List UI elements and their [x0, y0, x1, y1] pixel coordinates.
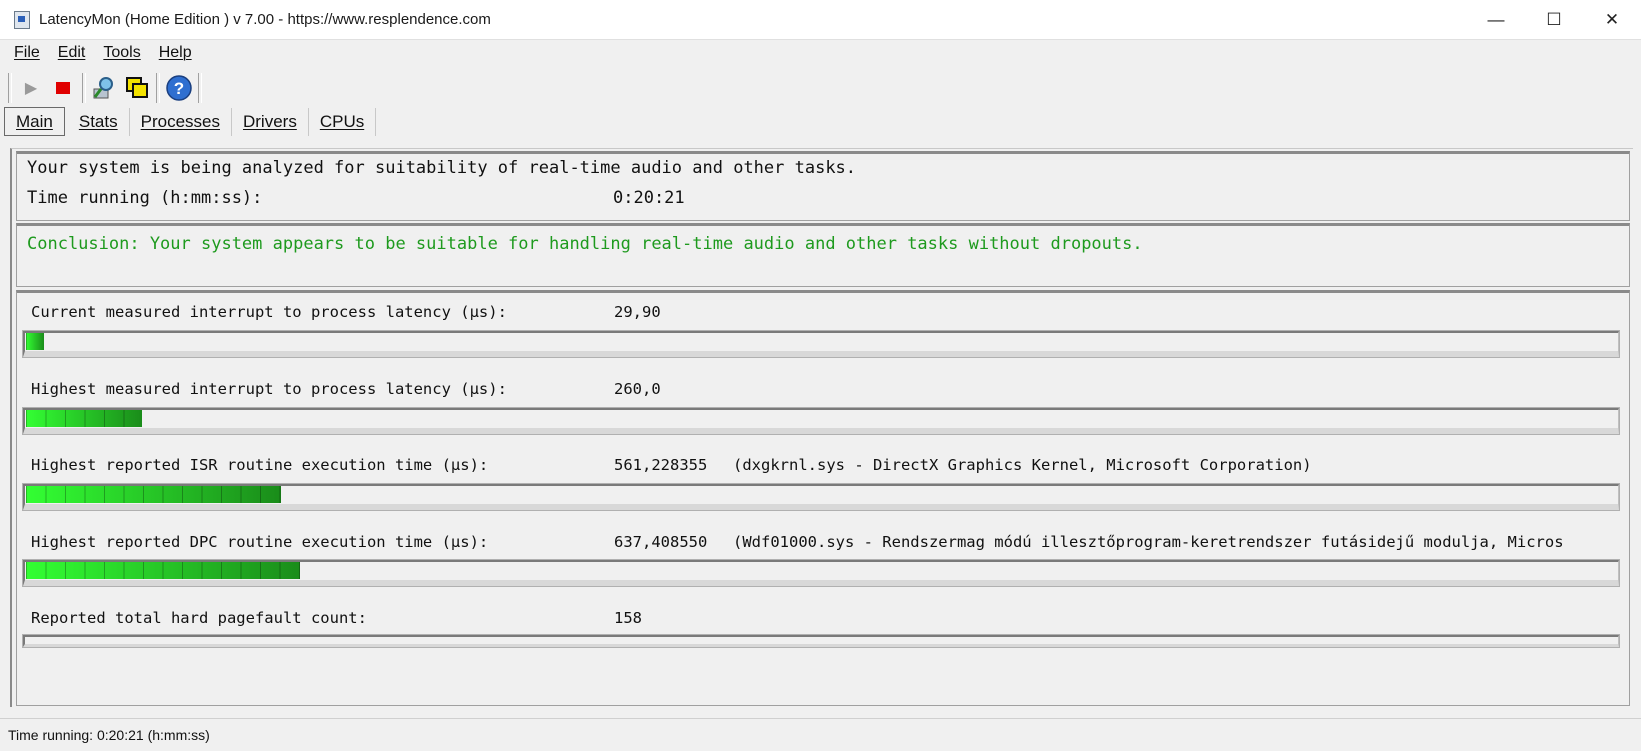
search-tool-icon	[93, 77, 113, 99]
dpc-bar-fill	[26, 562, 300, 579]
status-bar: Time running: 0:20:21 (h:mm:ss)	[0, 718, 1641, 751]
tab-processes-label: Processes	[140, 112, 220, 131]
latency-bar	[22, 407, 1620, 435]
tab-main[interactable]: Main	[4, 107, 65, 136]
metric-label: Highest reported ISR routine execution t…	[31, 456, 489, 474]
conclusion-panel: Conclusion: Your system appears to be su…	[16, 223, 1630, 287]
stop-button[interactable]	[47, 72, 79, 104]
conclusion-text: Conclusion: Your system appears to be su…	[27, 234, 1143, 254]
app-icon	[14, 10, 30, 29]
menu-edit[interactable]: Edit	[58, 44, 86, 62]
status-bar-text: Time running: 0:20:21 (h:mm:ss)	[8, 727, 210, 743]
metric-detail: (dxgkrnl.sys - DirectX Graphics Kernel, …	[733, 456, 1312, 474]
isr-bar-fill	[26, 486, 281, 503]
metrics-panel: Current measured interrupt to process la…	[16, 290, 1630, 706]
isr-bar	[22, 483, 1620, 511]
driver-search-button[interactable]	[89, 72, 121, 104]
help-button[interactable]: ?	[163, 72, 195, 104]
tab-cpus[interactable]: CPUs	[309, 108, 377, 136]
menu-help[interactable]: Help	[159, 44, 192, 62]
help-icon: ?	[166, 75, 192, 101]
svg-text:?: ?	[174, 79, 184, 98]
time-running-label: Time running (h:mm:ss):	[27, 188, 263, 208]
analysis-status-panel: Your system is being analyzed for suitab…	[16, 151, 1630, 221]
toolbar-separator	[198, 73, 202, 103]
time-running-value: 0:20:21	[613, 188, 685, 208]
latency-bar-fill	[26, 410, 142, 427]
metric-value: 637,408550	[614, 533, 708, 551]
analysis-status-text: Your system is being analyzed for suitab…	[27, 158, 857, 178]
title-bar: LatencyMon (Home Edition ) v 7.00 - http…	[0, 0, 1641, 40]
toolbar-separator	[8, 73, 12, 103]
toolbar-separator	[82, 73, 86, 103]
pagefault-bar	[22, 634, 1620, 648]
toolbar-separator	[156, 73, 160, 103]
toolbar: ▶ ?	[0, 70, 1641, 106]
close-button[interactable]: ✕	[1583, 0, 1641, 39]
menu-bar: File Edit Tools Help	[0, 40, 1641, 66]
tab-drivers[interactable]: Drivers	[232, 108, 309, 136]
tab-stats-label: Stats	[78, 112, 118, 131]
metric-label: Current measured interrupt to process la…	[31, 303, 507, 321]
maximize-button[interactable]: ☐	[1525, 0, 1583, 39]
metric-value: 260,0	[614, 380, 661, 398]
metric-label: Highest measured interrupt to process la…	[31, 380, 507, 398]
metric-value: 158	[614, 609, 642, 627]
main-content: Your system is being analyzed for suitab…	[10, 148, 1633, 707]
metric-detail: (Wdf01000.sys - Rendszermag módú illeszt…	[733, 533, 1564, 551]
menu-file[interactable]: File	[14, 44, 40, 62]
metric-label: Reported total hard pagefault count:	[31, 609, 367, 627]
tab-bar: Main Stats Processes Drivers CPUs	[0, 106, 1641, 136]
start-button[interactable]: ▶	[15, 72, 47, 104]
tab-processes[interactable]: Processes	[130, 108, 232, 136]
menu-tools[interactable]: Tools	[103, 44, 140, 62]
dpc-bar	[22, 559, 1620, 587]
window-title: LatencyMon (Home Edition ) v 7.00 - http…	[39, 11, 491, 28]
metric-label: Highest reported DPC routine execution t…	[31, 533, 489, 551]
windows-button[interactable]	[121, 72, 153, 104]
windows-icon	[126, 77, 148, 98]
play-icon: ▶	[24, 80, 38, 97]
tab-stats[interactable]: Stats	[65, 108, 130, 136]
latency-bar	[22, 330, 1620, 358]
tab-main-label: Main	[16, 111, 53, 131]
tab-cpus-label: CPUs	[319, 112, 365, 131]
minimize-button[interactable]: —	[1467, 0, 1525, 39]
metric-value: 561,228355	[614, 456, 708, 474]
tab-drivers-label: Drivers	[242, 112, 297, 131]
stop-icon	[56, 82, 70, 94]
metric-value: 29,90	[614, 303, 661, 321]
window-controls: — ☐ ✕	[1467, 0, 1641, 39]
latency-bar-fill	[26, 333, 44, 350]
